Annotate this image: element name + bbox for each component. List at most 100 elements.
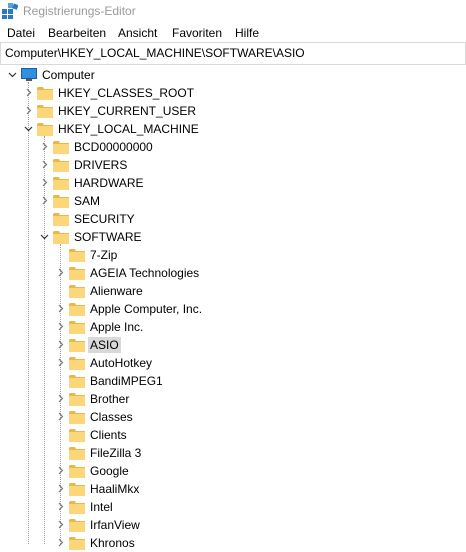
tree-node-label: Khronos bbox=[90, 536, 135, 550]
chevron-down-icon[interactable] bbox=[40, 232, 49, 241]
chevron-right-icon[interactable] bbox=[56, 340, 65, 349]
chevron-right-icon[interactable] bbox=[40, 178, 49, 187]
folder-icon bbox=[69, 483, 85, 496]
folder-icon bbox=[53, 231, 69, 244]
tree-node-hive[interactable]: HKEY_CLASSES_ROOT bbox=[0, 84, 466, 102]
tree-node-key[interactable]: Apple Inc. bbox=[0, 318, 466, 336]
tree-node-key[interactable]: SAM bbox=[0, 192, 466, 210]
address-bar[interactable]: Computer\HKEY_LOCAL_MACHINE\SOFTWARE\ASI… bbox=[0, 42, 466, 65]
folder-icon bbox=[69, 411, 85, 424]
chevron-right-icon[interactable] bbox=[56, 412, 65, 421]
tree-node-key[interactable]: Classes bbox=[0, 408, 466, 426]
folder-icon bbox=[53, 195, 69, 208]
tree-node-label: HaaliMkx bbox=[90, 482, 140, 496]
tree-node-label: SOFTWARE bbox=[74, 230, 142, 244]
chevron-right-icon[interactable] bbox=[56, 484, 65, 493]
tree-node-key[interactable]: Intel bbox=[0, 498, 466, 516]
tree-node-label: SECURITY bbox=[74, 212, 135, 226]
chevron-down-icon[interactable] bbox=[8, 70, 17, 79]
tree-node-key[interactable]: HARDWARE bbox=[0, 174, 466, 192]
tree-node-label: Brother bbox=[90, 392, 130, 406]
tree-node-hive[interactable]: HKEY_LOCAL_MACHINE bbox=[0, 120, 466, 138]
tree-node-label: Alienware bbox=[90, 284, 143, 298]
tree-node-label: Classes bbox=[90, 410, 133, 424]
tree-node-label: Apple Computer, Inc. bbox=[90, 302, 203, 316]
chevron-right-icon[interactable] bbox=[40, 160, 49, 169]
menu-bearbeiten[interactable]: Bearbeiten bbox=[48, 26, 106, 40]
tree-node-selected[interactable]: ASIO bbox=[0, 336, 466, 354]
tree-node-label: HKEY_LOCAL_MACHINE bbox=[58, 122, 199, 136]
folder-icon bbox=[69, 321, 85, 334]
tree-node-key[interactable]: Alienware bbox=[0, 282, 466, 300]
chevron-right-icon[interactable] bbox=[56, 538, 65, 547]
tree-node-key[interactable]: Clients bbox=[0, 426, 466, 444]
menu-hilfe[interactable]: Hilfe bbox=[235, 26, 259, 40]
tree-node-key[interactable]: 7-Zip bbox=[0, 246, 466, 264]
tree-node-label: ASIO bbox=[88, 337, 121, 353]
tree-node-key[interactable]: Khronos bbox=[0, 534, 466, 552]
menu-ansicht[interactable]: Ansicht bbox=[118, 26, 157, 40]
menu-favoriten[interactable]: Favoriten bbox=[172, 26, 222, 40]
registry-tree[interactable]: Computer HKEY_CLASSES_ROOT HKEY_CURRENT_US… bbox=[0, 64, 466, 550]
tree-node-label: Google bbox=[90, 464, 129, 478]
tree-node-label: IrfanView bbox=[90, 518, 140, 532]
tree-node-key[interactable]: FileZilla 3 bbox=[0, 444, 466, 462]
folder-icon bbox=[53, 141, 69, 154]
tree-node-label: FileZilla 3 bbox=[90, 446, 142, 460]
folder-icon bbox=[53, 177, 69, 190]
tree-node-key[interactable]: Apple Computer, Inc. bbox=[0, 300, 466, 318]
chevron-right-icon[interactable] bbox=[56, 358, 65, 367]
tree-node-key[interactable]: SECURITY bbox=[0, 210, 466, 228]
registry-editor-icon bbox=[2, 3, 18, 19]
tree-node-label: AutoHotkey bbox=[90, 356, 153, 370]
title-bar: Registrierungs-Editor bbox=[0, 0, 466, 22]
tree-node-key[interactable]: SOFTWARE bbox=[0, 228, 466, 246]
tree-node-label: Computer bbox=[42, 68, 95, 82]
menu-datei[interactable]: Datei bbox=[7, 26, 35, 40]
folder-icon bbox=[53, 213, 69, 226]
chevron-right-icon[interactable] bbox=[56, 322, 65, 331]
tree-node-key[interactable]: Google bbox=[0, 462, 466, 480]
folder-icon bbox=[69, 429, 85, 442]
tree-node-key[interactable]: AGEIA Technologies bbox=[0, 264, 466, 282]
tree-node-label: BCD00000000 bbox=[74, 140, 153, 154]
tree-node-label: 7-Zip bbox=[90, 248, 118, 262]
tree-node-label: HARDWARE bbox=[74, 176, 144, 190]
folder-icon bbox=[37, 123, 53, 136]
folder-icon bbox=[69, 303, 85, 316]
window-title: Registrierungs-Editor bbox=[23, 4, 136, 18]
address-path[interactable]: Computer\HKEY_LOCAL_MACHINE\SOFTWARE\ASI… bbox=[5, 46, 305, 60]
tree-node-key[interactable]: IrfanView bbox=[0, 516, 466, 534]
chevron-right-icon[interactable] bbox=[56, 502, 65, 511]
tree-node-label: Clients bbox=[90, 428, 127, 442]
folder-icon bbox=[37, 105, 53, 118]
folder-icon bbox=[69, 537, 85, 550]
tree-node-key[interactable]: Brother bbox=[0, 390, 466, 408]
tree-node-key[interactable]: HaaliMkx bbox=[0, 480, 466, 498]
tree-node-label: BandiMPEG1 bbox=[90, 374, 163, 388]
chevron-right-icon[interactable] bbox=[24, 88, 33, 97]
chevron-right-icon[interactable] bbox=[56, 268, 65, 277]
folder-icon bbox=[69, 447, 85, 460]
chevron-right-icon[interactable] bbox=[56, 394, 65, 403]
chevron-right-icon[interactable] bbox=[56, 304, 65, 313]
chevron-down-icon[interactable] bbox=[24, 124, 33, 133]
chevron-right-icon[interactable] bbox=[56, 466, 65, 475]
tree-node-hive[interactable]: HKEY_CURRENT_USER bbox=[0, 102, 466, 120]
folder-icon bbox=[69, 267, 85, 280]
chevron-right-icon[interactable] bbox=[40, 196, 49, 205]
tree-node-label: Intel bbox=[90, 500, 113, 514]
chevron-right-icon[interactable] bbox=[56, 520, 65, 529]
tree-node-key[interactable]: DRIVERS bbox=[0, 156, 466, 174]
tree-node-key[interactable]: BandiMPEG1 bbox=[0, 372, 466, 390]
tree-node-computer[interactable]: Computer bbox=[0, 66, 466, 84]
tree-node-key[interactable]: AutoHotkey bbox=[0, 354, 466, 372]
tree-node-label: SAM bbox=[74, 194, 101, 208]
folder-icon bbox=[69, 519, 85, 532]
chevron-right-icon[interactable] bbox=[24, 106, 33, 115]
tree-node-key[interactable]: BCD00000000 bbox=[0, 138, 466, 156]
chevron-right-icon[interactable] bbox=[40, 142, 49, 151]
folder-icon bbox=[69, 357, 85, 370]
tree-node-label: HKEY_CURRENT_USER bbox=[58, 104, 197, 118]
tree-node-label: DRIVERS bbox=[74, 158, 128, 172]
